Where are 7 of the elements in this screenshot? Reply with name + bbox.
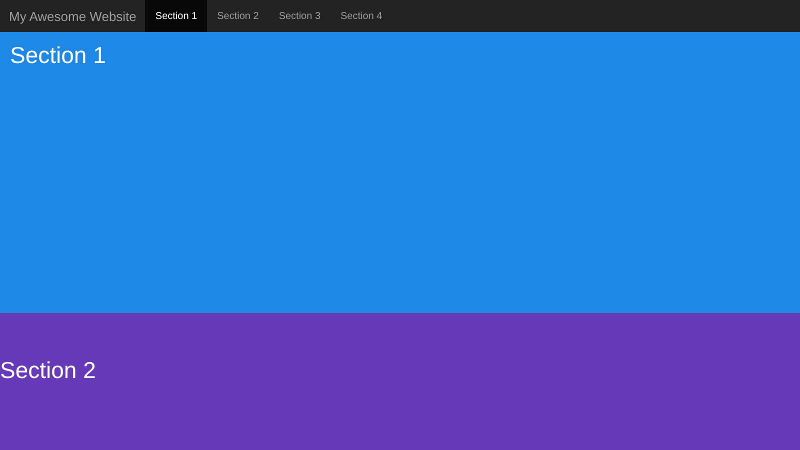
- nav-link[interactable]: Section 1: [145, 0, 208, 32]
- section-heading: Section 2: [0, 357, 96, 384]
- section-heading: Section 1: [10, 42, 107, 69]
- nav-link[interactable]: Section 4: [330, 0, 392, 32]
- nav-link[interactable]: Section 3: [268, 0, 331, 32]
- site-brand[interactable]: My Awesome Website: [0, 0, 146, 32]
- nav-link[interactable]: Section 2: [207, 0, 269, 32]
